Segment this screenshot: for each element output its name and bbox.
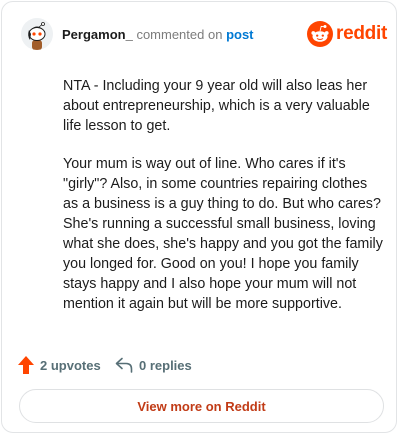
- post-link[interactable]: post: [226, 27, 253, 42]
- byline-action-text: commented on: [136, 27, 223, 42]
- upvote-arrow-icon: [18, 356, 34, 374]
- upvote-button[interactable]: 2 upvotes: [18, 355, 101, 375]
- reddit-logo-icon: [307, 21, 333, 47]
- reddit-brand-link[interactable]: reddit: [307, 21, 387, 49]
- reply-arrow-icon: [115, 357, 133, 373]
- upvote-count: 2 upvotes: [40, 357, 101, 373]
- comment-body: NTA - Including your 9 year old will als…: [63, 76, 383, 332]
- comment-paragraph: NTA - Including your 9 year old will als…: [63, 78, 370, 134]
- comment-byline: Pergamon_ commented on post: [62, 27, 254, 43]
- reddit-wordmark: reddit: [336, 23, 387, 44]
- username-link[interactable]: Pergamon_: [62, 27, 133, 42]
- comment-paragraph: Your mum is way out of line. Who cares i…: [63, 156, 383, 312]
- reply-count: 0 replies: [139, 357, 192, 373]
- comment-actions: 2 upvotes 0 replies: [18, 355, 268, 375]
- snoo-avatar-icon[interactable]: [21, 18, 53, 50]
- comment-header: Pergamon_ commented on post reddit: [21, 18, 387, 52]
- comment-embed-card: Pergamon_ commented on post reddit NTA -…: [1, 1, 397, 433]
- replies-button[interactable]: 0 replies: [115, 355, 192, 375]
- view-more-button[interactable]: View more on Reddit: [19, 389, 384, 423]
